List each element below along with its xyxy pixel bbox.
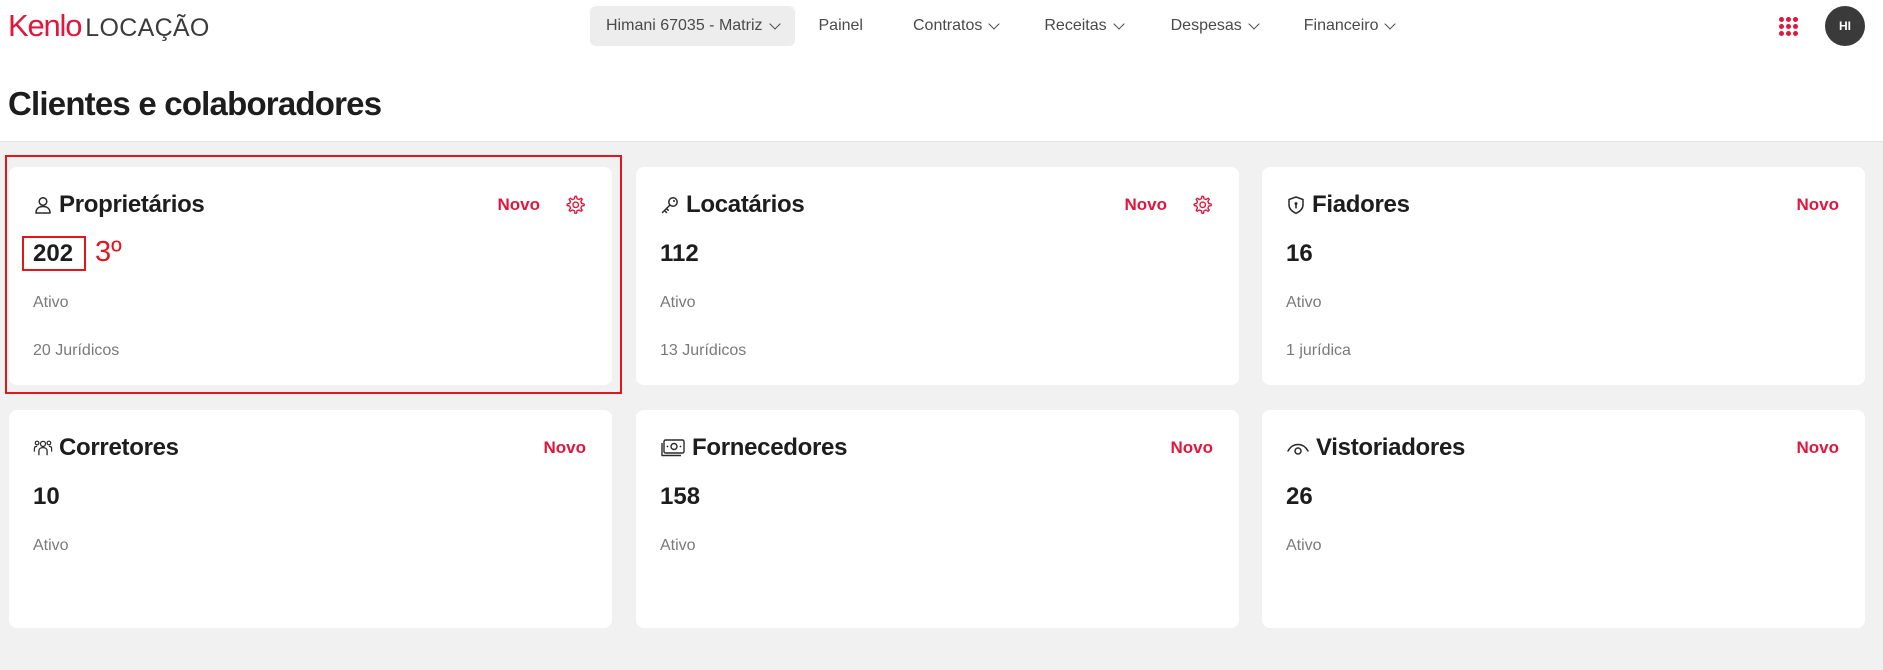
novo-button[interactable]: Novo [1171, 438, 1214, 458]
card-header: Locatários [660, 189, 805, 221]
gear-icon[interactable] [1191, 194, 1213, 216]
chevron-down-icon [1384, 17, 1397, 30]
card-fiadores[interactable]: Fiadores Novo 16 Ativo 1 jurídica [1262, 167, 1865, 385]
card-header: Fornecedores [660, 432, 847, 464]
card-title: Proprietários [59, 191, 205, 218]
card-status: Ativo [33, 537, 69, 554]
card-count: 112 [660, 240, 699, 267]
card-legal-count: 1 jurídica [1286, 342, 1351, 359]
card-count: 10 [33, 483, 60, 510]
card-legal-count: 13 Jurídicos [660, 342, 747, 359]
branch-selector-label: Himani 67035 - Matriz [606, 17, 763, 34]
key-icon [660, 195, 680, 215]
card-title: Fiadores [1312, 191, 1410, 218]
card-actions: Novo [1125, 189, 1214, 221]
card-actions: Novo [1797, 432, 1840, 464]
chevron-down-icon [988, 17, 1001, 30]
card-vistoriadores[interactable]: Vistoriadores Novo 26 Ativo [1262, 410, 1865, 628]
nav-item-label: Despesas [1170, 17, 1242, 34]
main-nav: Himani 67035 - Matriz Painel Contratos R… [590, 6, 1397, 46]
novo-button[interactable]: Novo [1125, 195, 1168, 215]
card-proprietarios[interactable]: Proprietários Novo 202 Ativo 20 Jurídico… [9, 167, 612, 385]
novo-button[interactable]: Novo [1797, 438, 1840, 458]
chevron-down-icon [1248, 17, 1260, 30]
card-status: Ativo [33, 294, 69, 311]
card-status: Ativo [1286, 294, 1322, 311]
eye-icon [1286, 438, 1310, 458]
gear-icon[interactable] [564, 194, 586, 216]
card-title: Fornecedores [692, 434, 848, 461]
card-status: Ativo [660, 537, 696, 554]
chevron-down-icon [1112, 17, 1125, 30]
step-annotation: 3º [95, 236, 122, 268]
top-navigation-bar: Kenlo LOCAÇÃO Himani 67035 - Matriz Pain… [0, 0, 1883, 142]
user-icon [33, 195, 53, 215]
card-count: 158 [660, 483, 701, 510]
nav-item-painel[interactable]: Painel [819, 6, 863, 46]
nav-item-financeiro[interactable]: Financeiro [1303, 6, 1397, 46]
card-status: Ativo [1286, 537, 1322, 554]
nav-item-contratos[interactable]: Contratos [912, 6, 1001, 46]
nav-item-label: Painel [818, 17, 863, 34]
nav-item-despesas[interactable]: Despesas [1170, 6, 1260, 46]
novo-button[interactable]: Novo [498, 195, 541, 215]
novo-button[interactable]: Novo [544, 438, 587, 458]
card-legal-count: 20 Jurídicos [33, 342, 120, 359]
money-icon [660, 438, 686, 458]
nav-item-label: Receitas [1044, 17, 1107, 34]
nav-item-receitas[interactable]: Receitas [1044, 6, 1125, 46]
card-title: Vistoriadores [1316, 434, 1466, 461]
logo-brand: Kenlo [8, 8, 83, 43]
card-header: Corretores [33, 432, 179, 464]
card-fornecedores[interactable]: Fornecedores Novo 158 Ativo [636, 410, 1239, 628]
card-count: 16 [1286, 240, 1313, 267]
card-actions: Novo [1171, 432, 1214, 464]
branch-selector[interactable]: Himani 67035 - Matriz [590, 6, 795, 46]
card-actions: Novo [544, 432, 587, 464]
card-actions: Novo [498, 189, 587, 221]
user-avatar[interactable]: HI [1825, 6, 1865, 46]
card-status: Ativo [660, 294, 696, 311]
nav-item-label: Contratos [912, 17, 983, 34]
nav-item-label: Financeiro [1303, 17, 1379, 34]
card-actions: Novo [1797, 189, 1840, 221]
team-icon [33, 438, 53, 458]
novo-button[interactable]: Novo [1797, 195, 1840, 215]
card-title: Corretores [59, 434, 179, 461]
kenlo-logo[interactable]: Kenlo LOCAÇÃO [8, 8, 210, 44]
card-title: Locatários [686, 191, 805, 218]
grid-dots-icon[interactable] [1779, 17, 1798, 36]
card-header: Vistoriadores [1286, 432, 1465, 464]
page-title: Clientes e colaboradores [8, 85, 382, 122]
card-count: 202 [33, 240, 74, 267]
card-header: Fiadores [1286, 189, 1410, 221]
card-header: Proprietários [33, 189, 205, 221]
card-count: 26 [1286, 483, 1313, 510]
chevron-down-icon [768, 17, 781, 30]
card-corretores[interactable]: Corretores Novo 10 Ativo [9, 410, 612, 628]
card-locatarios[interactable]: Locatários Novo 112 Ativo 13 Jurídicos [636, 167, 1239, 385]
logo-product: LOCAÇÃO [85, 14, 210, 42]
shield-icon [1286, 195, 1306, 215]
